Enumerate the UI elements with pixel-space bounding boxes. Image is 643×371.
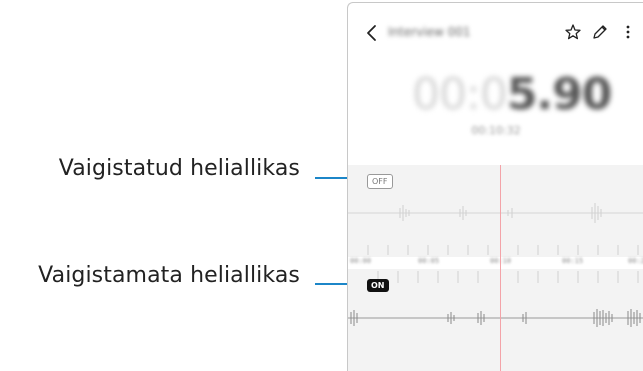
muted-source-callout: Vaigistatud heliallikas — [58, 156, 300, 181]
muted-track-waveform — [348, 203, 643, 223]
chevron-left-icon[interactable] — [364, 23, 380, 43]
more-vert-icon[interactable] — [625, 23, 631, 41]
timeline-tick-label: 00:15 — [562, 257, 584, 265]
pencil-icon[interactable] — [591, 23, 609, 41]
timeline-tick-label: 00:00 — [350, 257, 372, 265]
voice-recorder-screen: Interview 001 00:05.90 00:10:32 00:00 00… — [347, 2, 643, 371]
unmuted-track-toggle[interactable]: ON — [367, 279, 389, 292]
playhead[interactable] — [500, 165, 501, 371]
app-bar: Interview 001 — [348, 3, 643, 63]
recording-title: Interview 001 — [388, 25, 471, 39]
unmuted-source-callout: Vaigistamata heliallikas — [38, 263, 300, 288]
timeline-labels: 00:00 00:05 00:10 00:15 00:20 — [348, 257, 643, 269]
elapsed-time: 00:05.90 — [412, 69, 613, 120]
star-icon[interactable] — [564, 23, 582, 41]
timeline-tick-label: 00:20 — [628, 257, 643, 265]
unmuted-track-waveform — [348, 309, 643, 327]
timeline-tick-label: 00:05 — [418, 257, 440, 265]
total-duration: 00:10:32 — [471, 124, 521, 137]
elapsed-time-prefix: 00:0 — [412, 69, 508, 120]
elapsed-time-main: 5.90 — [506, 69, 613, 120]
muted-track-toggle[interactable]: OFF — [367, 174, 393, 189]
